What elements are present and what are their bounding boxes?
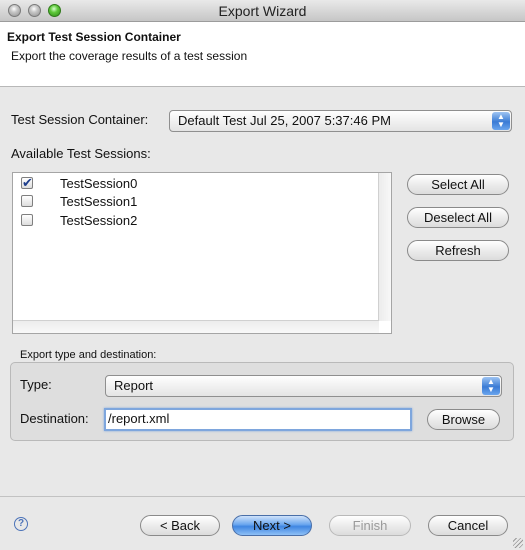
select-all-button[interactable]: Select All [407, 174, 509, 195]
type-label: Type: [20, 377, 52, 392]
help-icon[interactable]: ? [14, 517, 28, 531]
deselect-all-button[interactable]: Deselect All [407, 207, 509, 228]
window-title: Export Wizard [218, 3, 307, 19]
title-bar: Export Wizard [0, 0, 525, 22]
checkbox[interactable] [21, 195, 33, 207]
wizard-header: Export Test Session Container Export the… [0, 22, 525, 87]
container-label: Test Session Container: [11, 112, 149, 127]
checkbox[interactable] [21, 214, 33, 226]
resize-grip-icon[interactable] [513, 538, 523, 548]
next-button[interactable]: Next > [232, 515, 312, 536]
session-name: TestSession0 [60, 176, 138, 191]
browse-button[interactable]: Browse [427, 409, 500, 430]
page-description: Export the coverage results of a test se… [11, 49, 248, 63]
select-arrows-icon: ▲ ▼ [482, 377, 500, 395]
container-select-value: Default Test Jul 25, 2007 5:37:46 PM [178, 113, 391, 128]
horizontal-scrollbar[interactable] [13, 320, 379, 333]
checkmark-icon: ✔ [22, 175, 33, 190]
finish-button[interactable]: Finish [329, 515, 411, 536]
export-group-label: Export type and destination: [20, 349, 157, 361]
page-title: Export Test Session Container [7, 30, 181, 44]
back-button[interactable]: < Back [140, 515, 220, 536]
vertical-scrollbar[interactable] [378, 173, 391, 321]
session-name: TestSession1 [60, 194, 138, 209]
destination-field[interactable]: /report.xml [104, 408, 412, 431]
destination-label: Destination: [20, 411, 89, 426]
checkbox-checked[interactable]: ✔ [21, 175, 33, 190]
refresh-button[interactable]: Refresh [407, 240, 509, 261]
container-select[interactable]: Default Test Jul 25, 2007 5:37:46 PM ▲ ▼ [169, 110, 512, 132]
footer-divider [0, 496, 525, 497]
select-arrows-icon: ▲ ▼ [492, 112, 510, 130]
session-name: TestSession2 [60, 213, 138, 228]
cancel-button[interactable]: Cancel [428, 515, 508, 536]
type-select[interactable]: Report ▲ ▼ [105, 375, 502, 397]
sessions-list[interactable]: ✔ TestSession0 TestSession1 TestSession2 [12, 172, 392, 334]
sessions-label: Available Test Sessions: [11, 146, 151, 161]
type-select-value: Report [114, 378, 154, 393]
